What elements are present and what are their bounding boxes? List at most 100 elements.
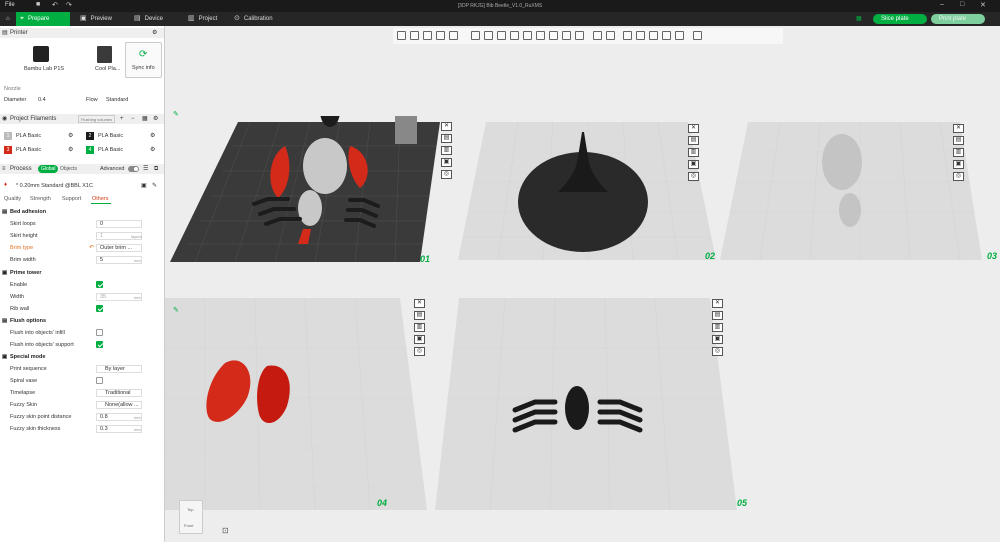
minimize-icon[interactable]: – <box>940 1 944 8</box>
orient-plate-icon[interactable]: ▥ <box>953 148 964 157</box>
arrange-plate-icon[interactable]: ▤ <box>688 136 699 145</box>
plate-settings-icon[interactable]: ◎ <box>688 172 699 181</box>
mesh-boolean-icon[interactable] <box>536 31 545 40</box>
orient-plate-icon[interactable]: ▥ <box>441 146 452 155</box>
seam-paint-icon[interactable] <box>562 31 571 40</box>
prime-tower-model[interactable] <box>395 116 417 144</box>
3d-viewport[interactable]: 01 ✕ ▤ ▥ ▣ ◎ ✎ 02 ✕ ▤ ▥ ▣ ◎ ✕ ▤ ▥ ▣ ◎ 03 <box>165 26 1000 542</box>
plate-settings-icon[interactable]: ◎ <box>953 172 964 181</box>
split-icon[interactable] <box>449 31 458 40</box>
print-plate-button[interactable]: Print plate <box>931 14 985 24</box>
plate-thumbnail[interactable] <box>97 46 112 63</box>
beetle-body-model[interactable] <box>303 138 347 194</box>
plate-05-view[interactable] <box>435 298 745 513</box>
skirt-loops-input[interactable]: 0 <box>96 220 142 228</box>
save-profile-icon[interactable]: ▣ <box>141 182 147 189</box>
tab-project[interactable]: ▥ Project <box>184 12 234 26</box>
tab-others[interactable]: Others <box>92 196 109 202</box>
orient-plate-icon[interactable]: ▥ <box>688 148 699 157</box>
flushing-volumes-button[interactable]: Flushing volumes <box>78 115 116 123</box>
add-filament-icon[interactable]: + <box>120 114 124 124</box>
timelapse-select[interactable]: Traditional <box>96 389 142 397</box>
tab-calibration[interactable]: ⊙ Calibration <box>230 12 290 26</box>
plate-settings-icon[interactable]: ◎ <box>712 347 723 356</box>
flush-support-checkbox[interactable] <box>96 341 103 348</box>
assembly-icon[interactable] <box>623 31 632 40</box>
printer-thumbnail[interactable] <box>33 46 49 62</box>
tab-quality[interactable]: Quality <box>4 196 21 202</box>
plate-settings-icon[interactable]: ◎ <box>414 347 425 356</box>
gear-icon[interactable]: ⚙ <box>152 28 157 38</box>
beetle-abdomen-model[interactable] <box>839 193 861 227</box>
global-toggle[interactable]: Global <box>38 165 59 173</box>
rib-wall-checkbox[interactable] <box>96 305 103 312</box>
add-plate-icon[interactable] <box>410 31 419 40</box>
rotate-icon[interactable] <box>484 31 493 40</box>
filament-settings-icon[interactable]: ⚙ <box>153 114 158 124</box>
arrange-plate-icon[interactable]: ▤ <box>414 311 425 320</box>
brim-type-select[interactable]: Outer brim ... <box>96 244 142 252</box>
brim-ears-icon[interactable] <box>675 31 684 40</box>
edit-profile-icon[interactable]: ✎ <box>152 182 157 189</box>
compare-icon[interactable]: ⧉ <box>154 164 158 174</box>
delete-plate-icon[interactable]: ✕ <box>712 299 723 308</box>
process-profile-select[interactable]: * 0.20mm Standard @BBL X1C <box>16 183 93 189</box>
arrange-plate-icon[interactable]: ▤ <box>441 134 452 143</box>
fuzzy-skin-select[interactable]: None(allow ... <box>96 401 142 409</box>
explode-icon[interactable] <box>693 31 702 40</box>
flush-infill-checkbox[interactable] <box>96 329 103 336</box>
slicing-icon[interactable] <box>662 31 671 40</box>
zoom-fit-icon[interactable]: ⊡ <box>222 526 229 535</box>
delete-plate-icon[interactable]: ✕ <box>688 124 699 133</box>
delete-plate-icon[interactable]: ✕ <box>953 124 964 133</box>
orient-plate-icon[interactable]: ▥ <box>712 323 723 332</box>
spiral-vase-checkbox[interactable] <box>96 377 103 384</box>
lock-plate-icon[interactable]: ▣ <box>414 335 425 344</box>
lay-on-face-icon[interactable] <box>510 31 519 40</box>
maximize-icon[interactable]: □ <box>960 1 964 8</box>
remove-filament-icon[interactable]: − <box>131 114 135 124</box>
plate-type[interactable]: Cool Pla... <box>95 66 120 72</box>
view-cube-top[interactable]: Top <box>187 507 193 512</box>
objects-toggle[interactable]: Objects <box>58 165 79 173</box>
arrange-icon[interactable] <box>436 31 445 40</box>
view-cube-front[interactable]: Front <box>184 523 193 528</box>
variable-layer-icon[interactable] <box>636 31 645 40</box>
printer-name[interactable]: Bambu Lab P1S <box>24 66 64 72</box>
plate-02-view[interactable] <box>458 122 723 264</box>
plate-settings-icon[interactable]: ◎ <box>441 170 452 179</box>
lock-plate-icon[interactable]: ▣ <box>688 160 699 169</box>
sync-info-button[interactable]: ⟳ Sync info <box>125 42 162 78</box>
filament-4[interactable]: 4 PLA Basic ⚙ <box>86 146 162 156</box>
enable-checkbox[interactable] <box>96 281 103 288</box>
plate-01-edit-icon[interactable]: ✎ <box>173 110 179 118</box>
delete-plate-icon[interactable]: ✕ <box>441 122 452 131</box>
slice-plate-button[interactable]: Slice plate <box>873 14 927 24</box>
move-icon[interactable] <box>471 31 480 40</box>
filament-1[interactable]: 1 PLA Basic ⚙ <box>4 132 80 142</box>
orient-icon[interactable] <box>423 31 432 40</box>
print-sequence-select[interactable]: By layer <box>96 365 142 373</box>
add-object-icon[interactable] <box>397 31 406 40</box>
lock-plate-icon[interactable]: ▣ <box>712 335 723 344</box>
reset-icon[interactable]: ↶ <box>89 244 94 251</box>
lock-plate-icon[interactable]: ▣ <box>953 160 964 169</box>
cut-icon[interactable] <box>523 31 532 40</box>
arrange-plate-icon[interactable]: ▤ <box>953 136 964 145</box>
tab-preview[interactable]: ▣ Preview <box>76 12 126 26</box>
plate-01-view[interactable] <box>170 116 460 271</box>
beetle-head-model[interactable] <box>565 386 589 430</box>
beetle-abdomen-model[interactable] <box>298 190 322 226</box>
arrange-plate-icon[interactable]: ▤ <box>712 311 723 320</box>
filament-edit-icon[interactable]: ⚙ <box>68 132 73 139</box>
filament-edit-icon[interactable]: ⚙ <box>150 146 155 153</box>
view-cube[interactable]: Top Front <box>179 500 203 534</box>
home-icon[interactable]: ⌂ <box>2 12 14 26</box>
filament-3[interactable]: 3 PLA Basic ⚙ <box>4 146 80 156</box>
list-icon[interactable]: ☰ <box>143 164 148 174</box>
scale-icon[interactable] <box>497 31 506 40</box>
tab-support[interactable]: Support <box>62 196 81 202</box>
color-paint-icon[interactable] <box>575 31 584 40</box>
plate-04-edit-icon[interactable]: ✎ <box>173 306 179 314</box>
measure-icon[interactable] <box>606 31 615 40</box>
